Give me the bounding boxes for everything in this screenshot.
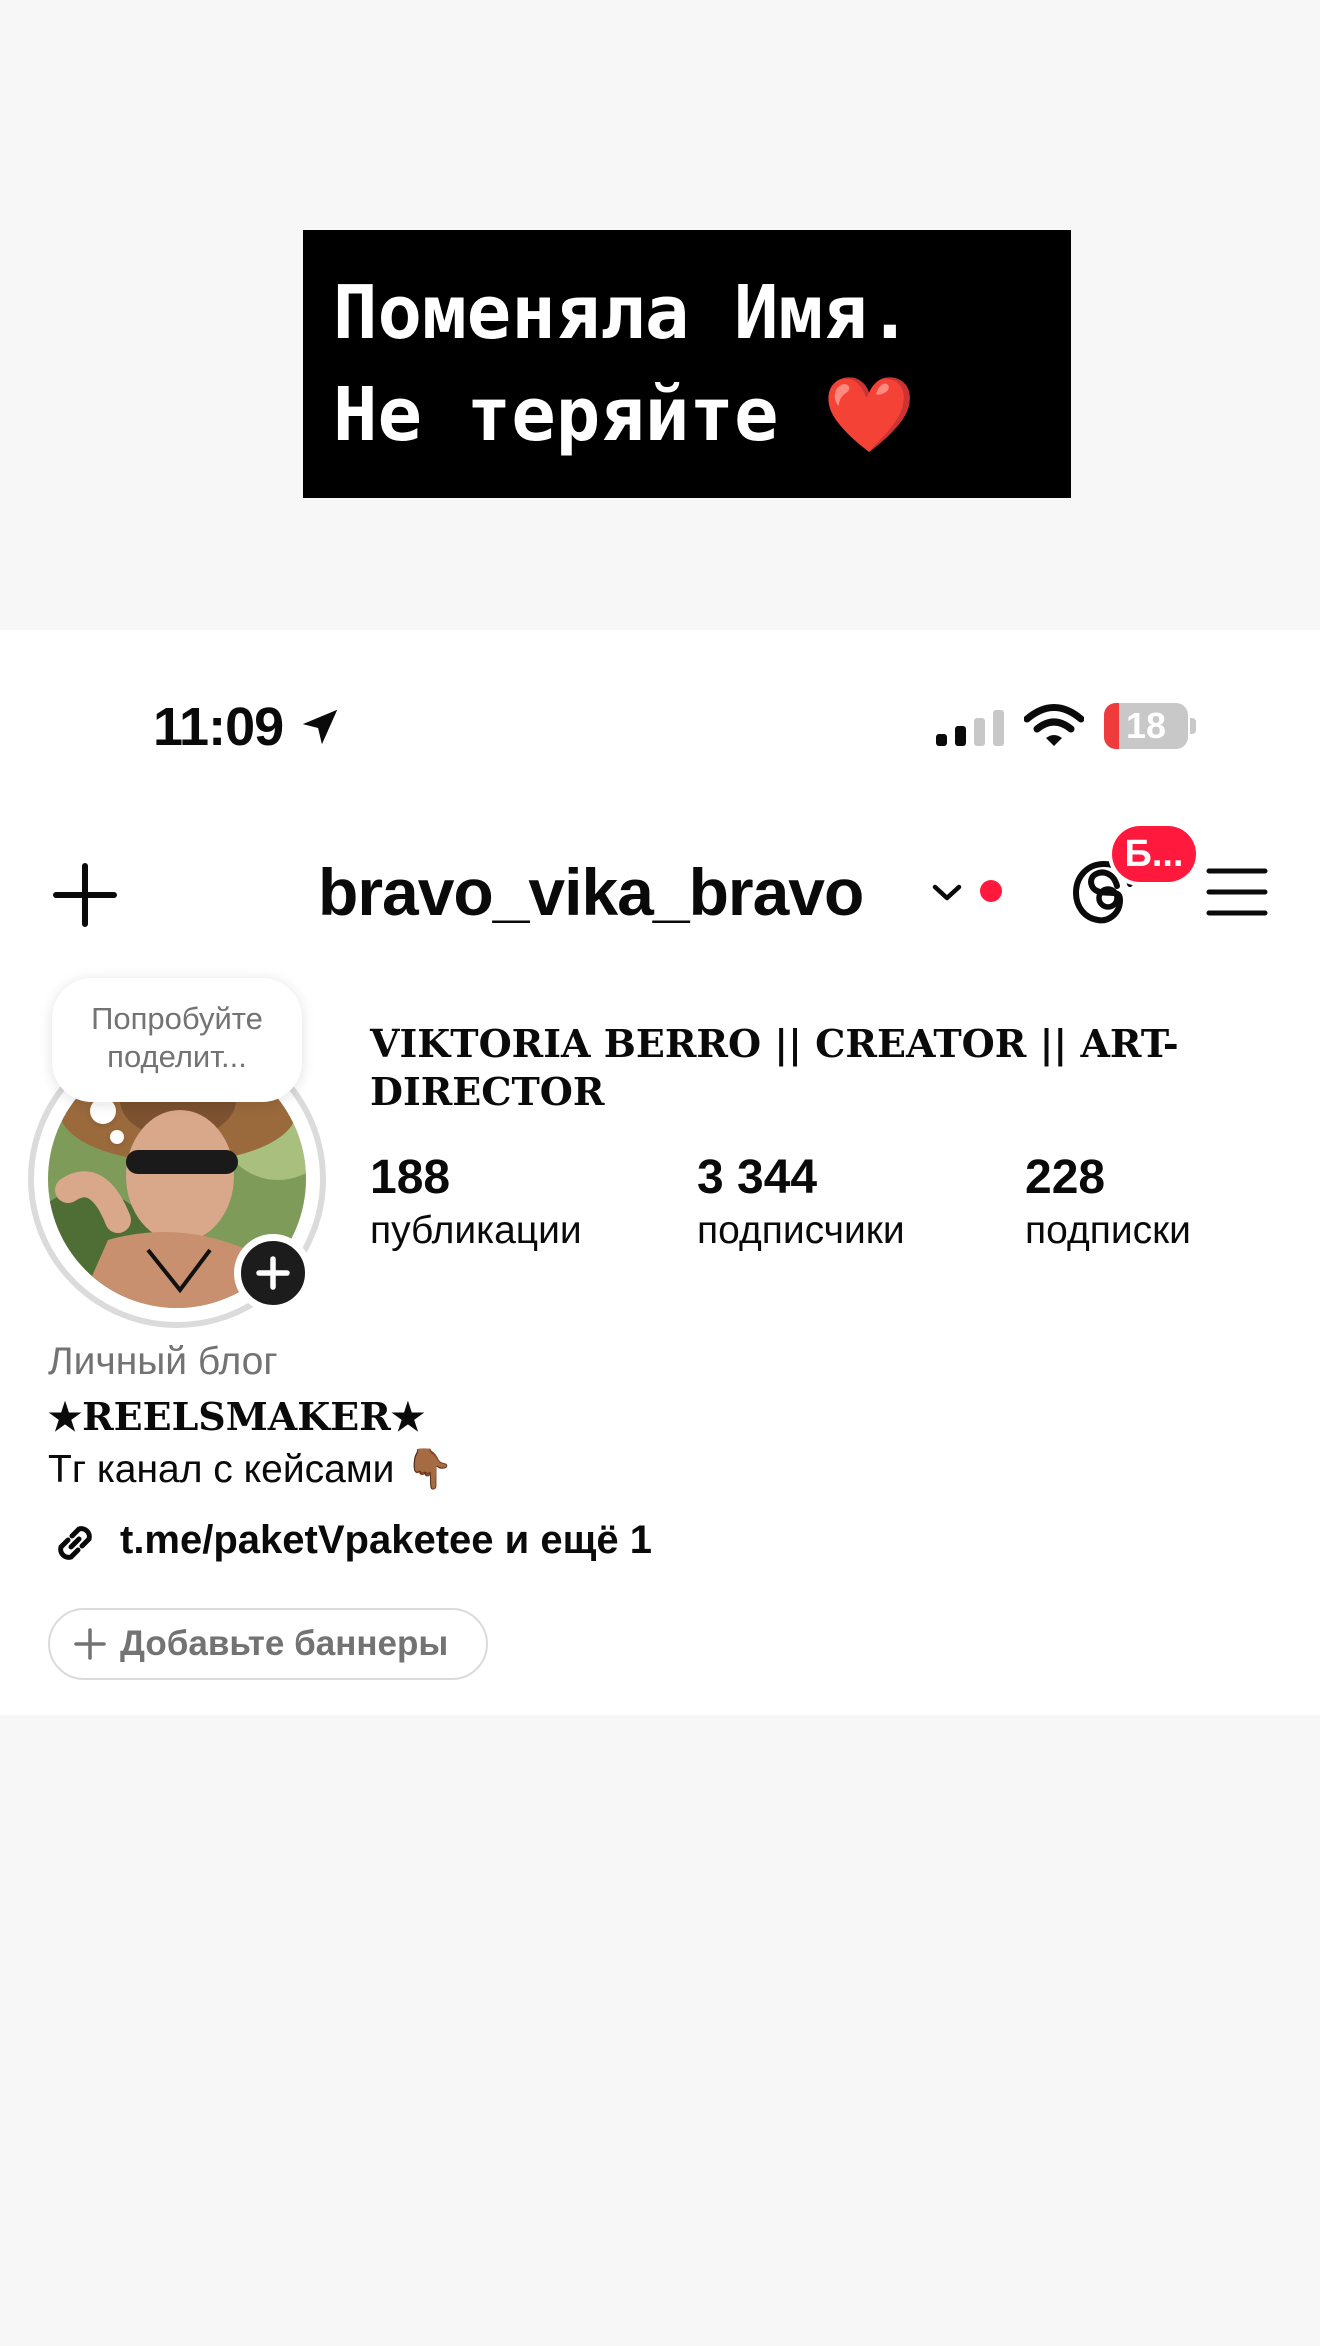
- chevron-down-icon[interactable]: [930, 878, 964, 906]
- stat-value: 3 344: [697, 1151, 818, 1204]
- story-caption: Поменяла Имя. Не теряйте ❤️: [303, 230, 1071, 498]
- stat-value: 188: [370, 1151, 451, 1204]
- profile-screenshot: 11:09 18 bravo_vika_bravo Б... Попробуйт…: [0, 630, 1320, 1715]
- notification-dot: [980, 880, 1002, 902]
- location-arrow-icon: [302, 709, 338, 745]
- add-story-icon[interactable]: [234, 1234, 312, 1312]
- threads-badge: Б...: [1112, 826, 1196, 882]
- battery-level: 18: [1125, 705, 1167, 746]
- bio-title: ★REELSMAKER★: [48, 1394, 425, 1439]
- menu-icon[interactable]: [1206, 866, 1268, 918]
- battery-icon: 18: [1104, 703, 1196, 749]
- display-name: VIKTORIA BERRO || CREATOR || ART-DIRECTO…: [370, 1021, 1179, 1114]
- bio-line: Тг канал с кейсами 👇🏾: [48, 1448, 454, 1491]
- stat-following[interactable]: 228 подписки: [1025, 1150, 1191, 1256]
- plus-icon: [74, 1628, 106, 1660]
- caption-line-1: Поменяла Имя.: [333, 270, 913, 356]
- profile-category: Личный блог: [48, 1340, 278, 1383]
- stat-posts[interactable]: 188 публикации: [370, 1150, 582, 1256]
- caption-line-2: Не теряйте: [333, 372, 779, 458]
- create-plus-icon[interactable]: [52, 862, 118, 928]
- stat-value: 228: [1025, 1151, 1106, 1204]
- add-banners-label: Добавьте баннеры: [120, 1624, 449, 1663]
- stat-label: публикации: [370, 1209, 582, 1252]
- wifi-icon: [1024, 704, 1084, 746]
- stat-label: подписчики: [697, 1209, 905, 1252]
- username-title[interactable]: bravo_vika_bravo: [318, 854, 864, 930]
- status-time: 11:09: [153, 697, 284, 757]
- add-banners-button[interactable]: Добавьте баннеры: [48, 1608, 488, 1680]
- note-bubble[interactable]: Попробуйте поделит...: [52, 978, 302, 1102]
- signal-icon: [936, 710, 1004, 746]
- link-icon: [58, 1526, 92, 1560]
- stat-label: подписки: [1025, 1209, 1191, 1252]
- stat-followers[interactable]: 3 344 подписчики: [697, 1150, 905, 1256]
- heart-emoji: ❤️: [823, 372, 916, 458]
- profile-link[interactable]: t.me/paketVpaketee и ещё 1: [120, 1518, 652, 1563]
